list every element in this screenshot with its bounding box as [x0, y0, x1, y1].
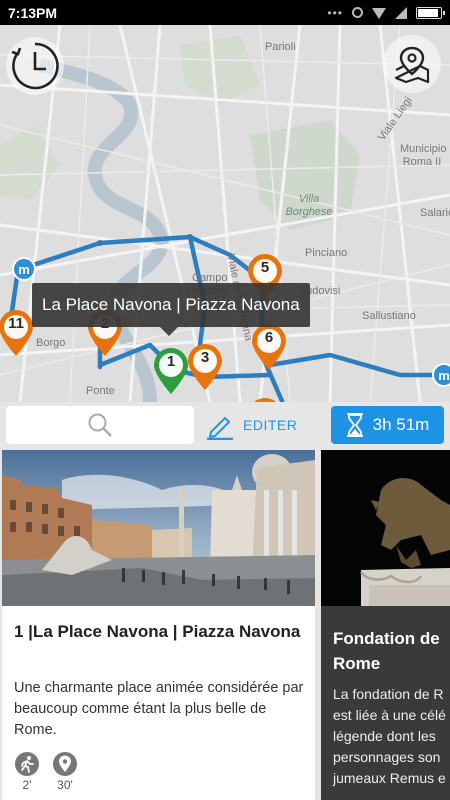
route-overview-button[interactable]	[383, 35, 441, 93]
map-label: Sallustiano	[362, 310, 416, 322]
status-icons: •••	[327, 5, 445, 20]
clock-icon	[11, 42, 59, 90]
map-label: Salario	[420, 207, 450, 219]
metro-station[interactable]: m	[12, 257, 36, 281]
description-line: légende dont les	[333, 728, 436, 744]
edit-button[interactable]: EDITER	[205, 407, 297, 443]
signal-icon	[395, 6, 407, 19]
walk-time: 2'	[14, 752, 40, 792]
map-view[interactable]: Parioli Viale Liegi Municipio Roma II Vi…	[0, 25, 450, 402]
walk-time-value: 2'	[22, 778, 32, 792]
description-line: La fondation de R	[333, 686, 444, 702]
poi-photo	[2, 450, 315, 606]
battery-icon	[416, 6, 445, 19]
pin-number: 5	[260, 259, 270, 276]
poi-title: Fondation de Rome	[333, 629, 440, 673]
status-time: 7:13PM	[8, 4, 58, 21]
search-input[interactable]	[6, 406, 194, 444]
poi-card[interactable]: 1 |La Place Navona | Piazza Navona Une c…	[2, 450, 315, 800]
duration-label: 3h 51m	[372, 415, 430, 434]
status-bar: 7:13PM •••	[0, 0, 450, 25]
description-line: personnages son	[333, 749, 441, 765]
map-label: Villa Borghese	[285, 193, 333, 218]
pencil-icon	[207, 416, 233, 440]
map-label: Pinciano	[305, 247, 348, 259]
edit-label: EDITER	[243, 417, 298, 433]
pin-number: 6	[264, 329, 274, 346]
pin-number: 11	[8, 315, 24, 332]
map-pin-3[interactable]: 3	[186, 343, 224, 391]
map-label: Borgo	[36, 337, 66, 349]
duration-button[interactable]: 3h 51m	[331, 406, 444, 444]
hourglass-icon	[346, 413, 363, 437]
map-route-icon	[394, 46, 430, 84]
map-pin-1[interactable]: 1	[152, 347, 190, 395]
timeline-button[interactable]	[6, 37, 64, 95]
map-pin-6[interactable]: 6	[250, 323, 288, 371]
poi-meta: 2' 30'	[14, 752, 78, 792]
map-label: Parioli	[265, 41, 296, 53]
poi-description: Une charmante place animée considérée pa…	[14, 680, 304, 738]
more-notifications-icon: •••	[327, 5, 343, 20]
pin-number: 3	[200, 349, 210, 366]
description-line: est liée à une célé	[333, 707, 446, 723]
poi-description: La fondation de R est liée à une célé lé…	[333, 684, 450, 789]
location-pin-icon	[53, 752, 77, 776]
metro-station[interactable]: m	[432, 363, 450, 387]
visit-time-value: 30'	[57, 778, 73, 792]
wifi-icon	[372, 8, 386, 19]
visit-time: 30'	[52, 752, 78, 792]
poi-photo	[321, 450, 450, 606]
map-pin-11[interactable]: 11	[0, 309, 35, 357]
map-label: Ponte	[86, 385, 115, 397]
walking-icon	[15, 752, 39, 776]
poi-card[interactable]: Fondation de Rome La fondation de R est …	[321, 450, 450, 800]
toolbar: EDITER 3h 51m	[0, 402, 450, 448]
pin-number: 1	[166, 353, 176, 370]
description-line: jumeaux Remus e	[333, 770, 446, 786]
poi-title: 1 |La Place Navona | Piazza Navona	[14, 622, 301, 641]
map-background	[0, 25, 450, 402]
map-label: Municipio Roma II	[400, 143, 447, 168]
alarm-icon	[352, 7, 363, 18]
search-icon	[88, 413, 112, 437]
tooltip-text: La Place Navona | Piazza Navona	[42, 295, 300, 314]
pin-tooltip[interactable]: La Place Navona | Piazza Navona	[32, 283, 310, 336]
